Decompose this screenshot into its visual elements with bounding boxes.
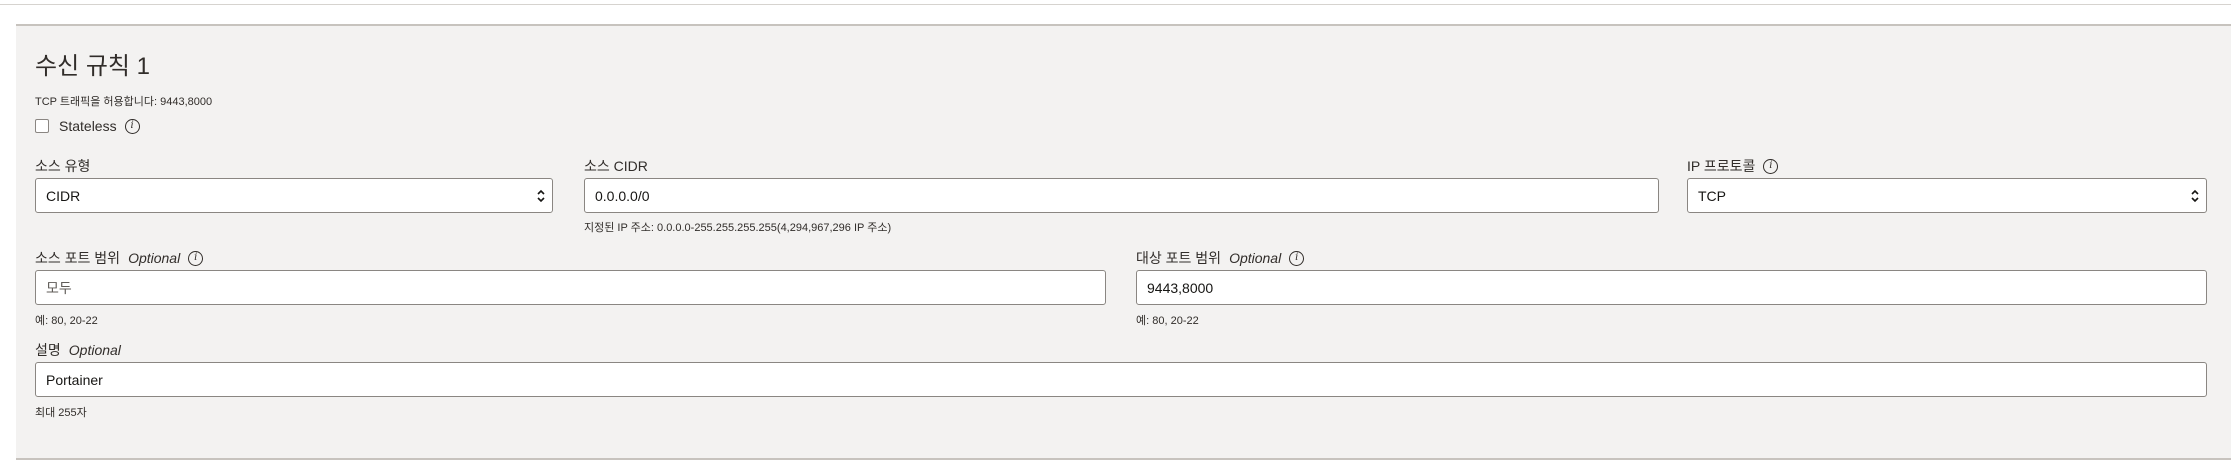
description-hint: 최대 255자 xyxy=(35,407,87,419)
rule-title: 수신 규칙 1 xyxy=(35,53,151,80)
top-divider xyxy=(0,4,2231,5)
select-arrows-icon xyxy=(537,189,545,203)
info-icon[interactable]: i xyxy=(124,118,140,134)
info-icon[interactable]: i xyxy=(188,250,204,266)
description-label-row: 설명 Optional xyxy=(35,340,121,360)
stateless-label: Stateless xyxy=(59,118,117,134)
source-cidr-input[interactable]: 0.0.0.0/0 xyxy=(584,178,1659,213)
ip-protocol-label-row: IP 프로토콜 i xyxy=(1687,156,1779,176)
dest-port-hint: 예: 80, 20-22 xyxy=(1136,315,1199,327)
ingress-rule-panel: 수신 규칙 1 TCP 트래픽을 허용합니다: 9443,8000 Statel… xyxy=(16,24,2231,460)
source-cidr-hint: 지정된 IP 주소: 0.0.0.0-255.255.255.255(4,294… xyxy=(584,222,892,234)
stateless-checkbox[interactable] xyxy=(35,119,49,133)
optional-tag: Optional xyxy=(68,342,121,358)
description-label: 설명 xyxy=(35,342,61,358)
dest-port-label-row: 대상 포트 범위 Optional i xyxy=(1136,248,1305,268)
dest-port-label: 대상 포트 범위 xyxy=(1136,250,1222,266)
info-icon[interactable]: i xyxy=(1289,250,1305,266)
source-port-label: 소스 포트 범위 xyxy=(35,250,121,266)
ip-protocol-value: TCP xyxy=(1698,187,1726,204)
description-input[interactable]: Portainer xyxy=(35,362,2207,397)
source-port-placeholder: 모두 xyxy=(46,279,72,296)
optional-tag: Optional xyxy=(128,250,181,266)
source-type-select[interactable]: CIDR xyxy=(35,178,553,213)
rule-summary: TCP 트래픽을 허용합니다: 9443,8000 xyxy=(35,96,213,108)
source-cidr-label: 소스 CIDR xyxy=(584,158,648,174)
source-port-input[interactable]: 모두 xyxy=(35,270,1106,305)
source-port-label-row: 소스 포트 범위 Optional i xyxy=(35,248,204,268)
source-type-label: 소스 유형 xyxy=(35,158,91,174)
source-cidr-value: 0.0.0.0/0 xyxy=(595,187,650,204)
ip-protocol-label: IP 프로토콜 xyxy=(1687,158,1756,174)
dest-port-value: 9443,8000 xyxy=(1147,279,1214,296)
optional-tag: Optional xyxy=(1229,250,1282,266)
source-type-value: CIDR xyxy=(46,187,81,204)
description-value: Portainer xyxy=(46,371,103,388)
dest-port-input[interactable]: 9443,8000 xyxy=(1136,270,2207,305)
source-port-hint: 예: 80, 20-22 xyxy=(35,315,98,327)
info-icon[interactable]: i xyxy=(1763,158,1779,174)
ip-protocol-select[interactable]: TCP xyxy=(1687,178,2207,213)
select-arrows-icon xyxy=(2191,189,2199,203)
stateless-toggle[interactable]: Stateless i xyxy=(35,118,140,134)
